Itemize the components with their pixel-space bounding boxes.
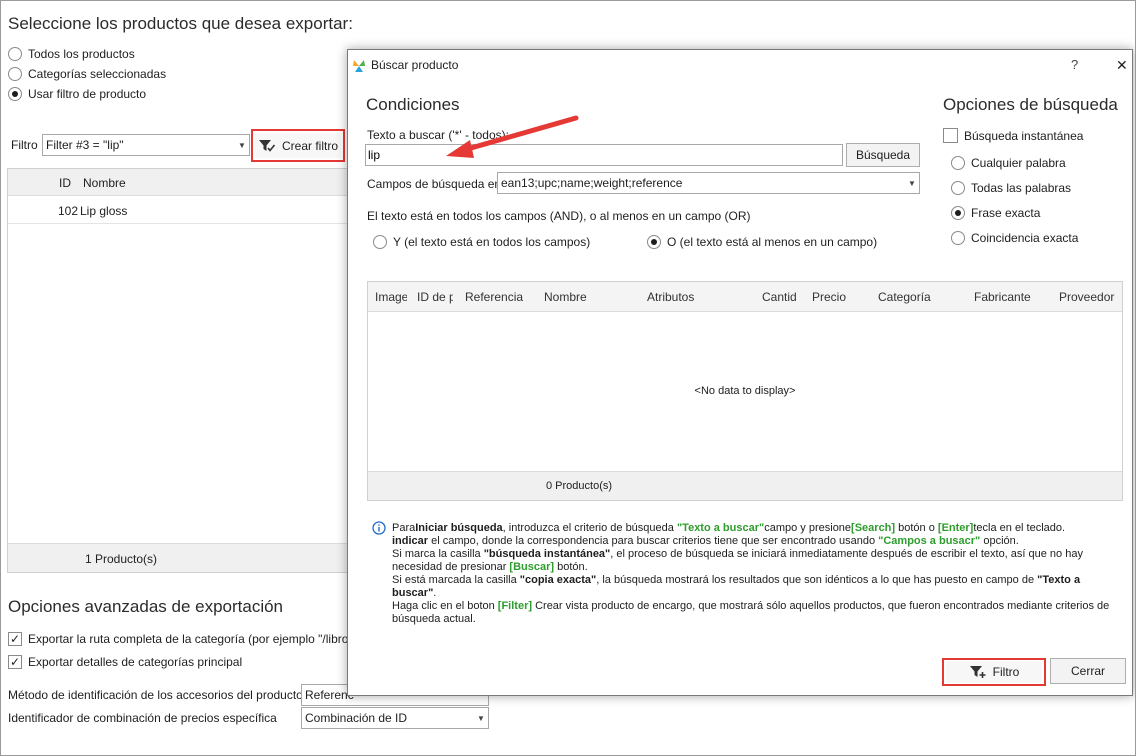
annotation-arrow-icon: [446, 115, 579, 158]
